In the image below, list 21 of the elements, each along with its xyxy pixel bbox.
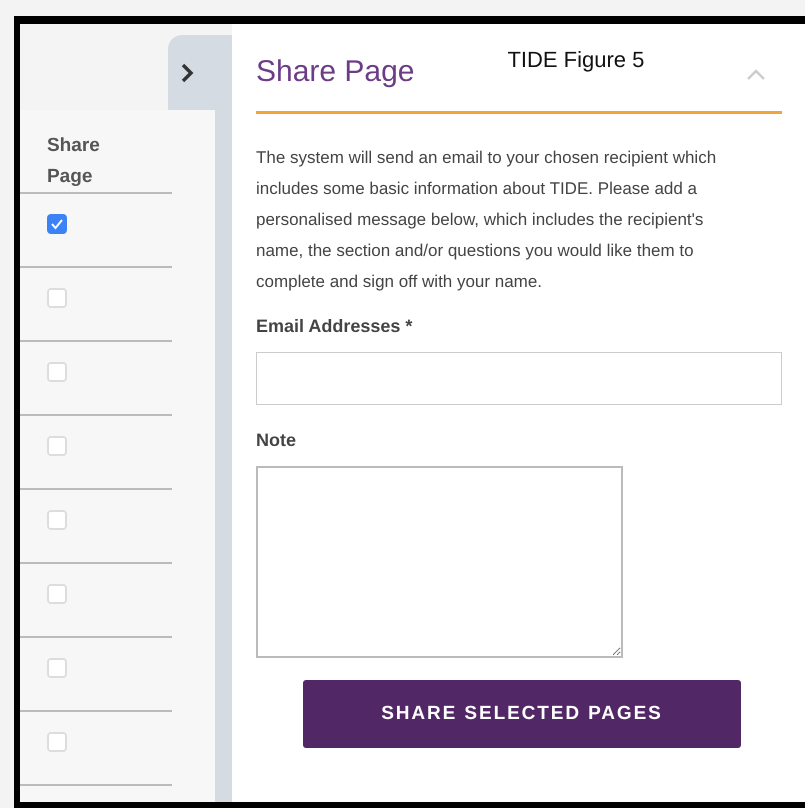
checkbox[interactable] xyxy=(47,214,67,234)
collapse-caret-icon[interactable] xyxy=(746,69,766,81)
checkbox[interactable] xyxy=(47,584,67,604)
column-heading: Share Page xyxy=(47,134,101,189)
checkbox[interactable] xyxy=(47,436,67,456)
note-text-area[interactable] xyxy=(256,466,623,658)
field-label: Email Addresses * xyxy=(256,315,414,338)
checkbox[interactable] xyxy=(47,288,67,308)
email-input-field[interactable] xyxy=(256,352,782,405)
share-selected-pages-button[interactable]: SHARE SELECTED PAGES xyxy=(303,680,741,748)
collapse-tab[interactable] xyxy=(168,35,232,110)
checkbox[interactable] xyxy=(47,362,67,382)
checkbox[interactable] xyxy=(47,732,67,752)
description-text: The system will send an email to your chosen recipient which includes some basic information about TIDE. Please add a personalised message below, which includes the recipient's name, the section and/or questions you would like them to complete and sign off with your name. xyxy=(256,147,718,293)
check-icon xyxy=(50,217,64,231)
chevron-right-icon xyxy=(180,62,194,82)
field-label: Note xyxy=(256,429,297,452)
panel-title: Share Page xyxy=(256,54,414,90)
figure-label: TIDE Figure 5 xyxy=(507,46,644,74)
checkbox[interactable] xyxy=(47,510,67,530)
checkbox[interactable] xyxy=(47,658,67,678)
